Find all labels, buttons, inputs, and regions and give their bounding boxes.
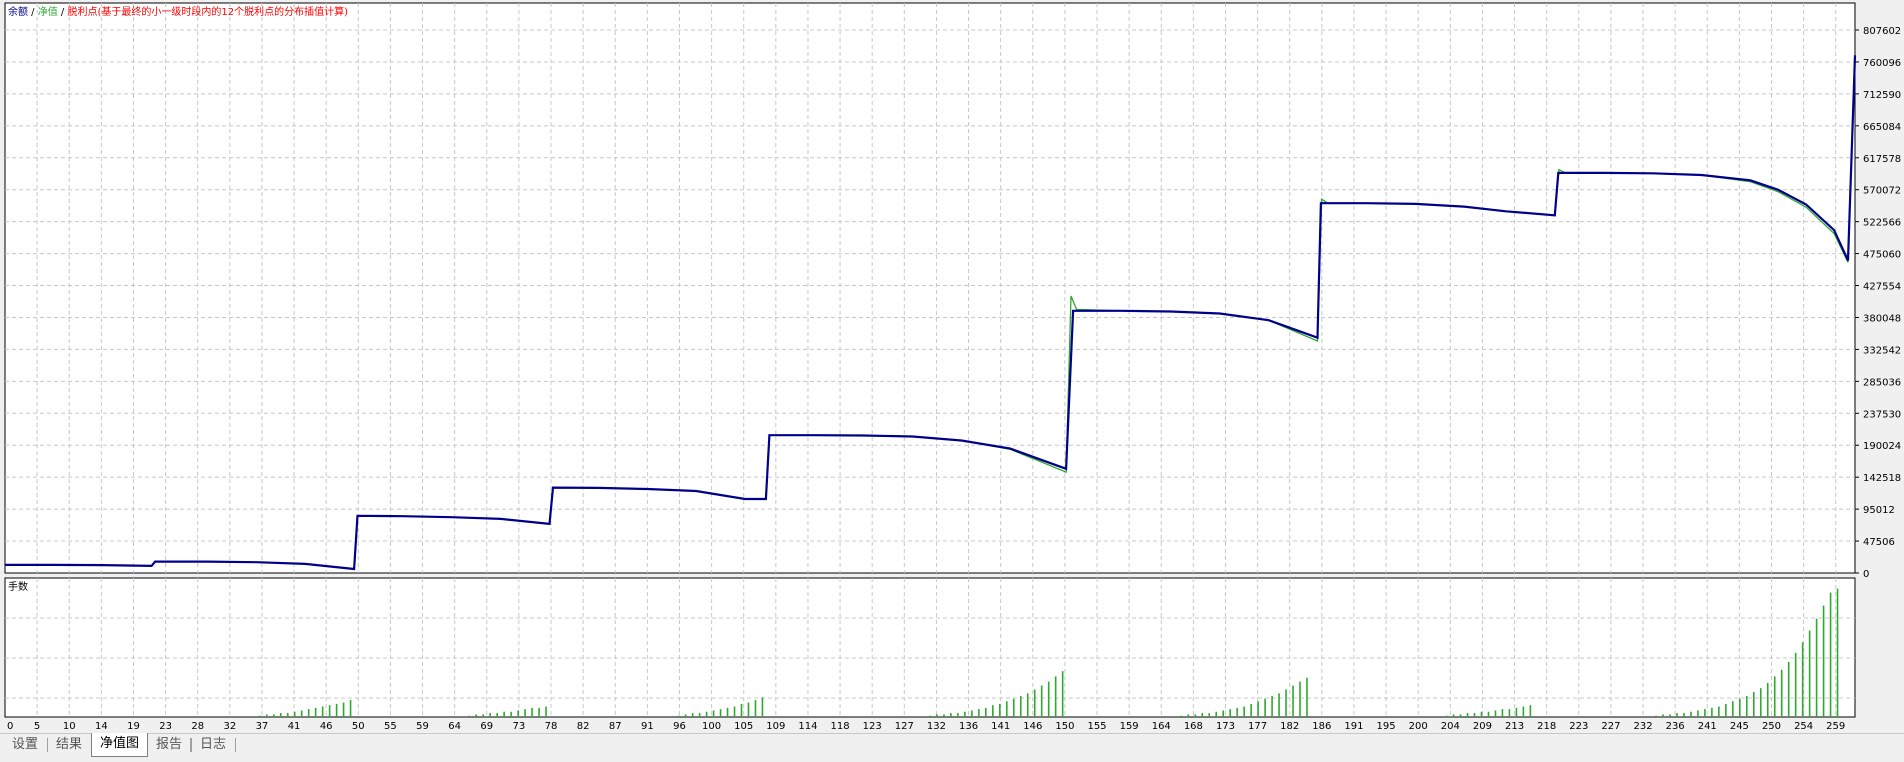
x-tick-label: 28 [191,721,204,732]
x-tick-label: 5 [34,721,40,732]
lots-plot-area [4,577,1856,718]
y-tick-label: 47506 [1863,537,1895,548]
y-tick-label: 475060 [1863,250,1901,261]
x-tick-label: 177 [1248,721,1267,732]
x-tick-label: 173 [1216,721,1235,732]
x-tick-label: 109 [766,721,785,732]
x-tick-label: 227 [1601,721,1620,732]
x-tick-label: 37 [256,721,269,732]
x-tick-label: 232 [1633,721,1652,732]
x-tick-label: 195 [1377,721,1396,732]
x-tick-label: 78 [545,721,558,732]
x-tick-label: 191 [1344,721,1363,732]
y-tick-label: 332542 [1863,345,1901,356]
tab-settings[interactable]: 设置 [4,734,46,756]
x-tick-label: 209 [1473,721,1492,732]
tab-equity-chart[interactable]: 净值图 [91,733,149,757]
x-tick-label: 10 [63,721,76,732]
y-tick-label: 522566 [1863,218,1901,229]
x-tick-label: 73 [513,721,526,732]
x-tick-label: 46 [320,721,333,732]
y-tick-label: 760096 [1863,58,1901,69]
y-tick-label: 665084 [1863,122,1901,133]
y-tick-label: 570072 [1863,186,1901,197]
x-tick-label: 59 [416,721,429,732]
x-tick-label: 55 [384,721,397,732]
tab-journal[interactable]: 日志 [192,734,234,756]
main-plot-area [4,2,1856,574]
y-tick-label: 190024 [1863,441,1901,452]
x-tick-label: 96 [673,721,686,732]
x-tick-label: 213 [1505,721,1524,732]
y-tick-label: 285036 [1863,377,1901,388]
y-tick-label: 142518 [1863,473,1901,484]
x-tick-label: 0 [7,721,13,732]
x-tick-label: 204 [1441,721,1460,732]
x-tick-label: 200 [1409,721,1428,732]
x-tick-label: 132 [927,721,946,732]
x-tick-label: 14 [95,721,108,732]
x-tick-label: 69 [480,721,493,732]
y-tick-label: 712590 [1863,90,1901,101]
equity-chart: 807602 760096 712590 665084 617578 570072 5225… [4,2,1901,732]
x-tick-label: 105 [734,721,753,732]
y-tick-label: 380048 [1863,313,1901,324]
x-tick-label: 218 [1537,721,1556,732]
x-tick-label: 123 [863,721,882,732]
x-tick-label: 155 [1087,721,1106,732]
x-tick-label: 186 [1312,721,1331,732]
lots-panel-label: 手数 [8,580,28,593]
x-tick-label: 91 [641,721,654,732]
x-tick-label: 164 [1152,721,1171,732]
x-tick-label: 141 [991,721,1010,732]
x-tick-label: 64 [448,721,461,732]
x-tick-label: 127 [895,721,914,732]
y-tick-label: 617578 [1863,154,1901,165]
chart-legend: 余额 / 净值 / 脱利点(基于最终的小一级时段内的12个脱利点的分布插值计算) [8,5,348,18]
x-tick-label: 259 [1826,721,1845,732]
y-tick-label: 427554 [1863,282,1901,293]
x-tick-label: 250 [1762,721,1781,732]
x-tick-label: 114 [798,721,817,732]
x-tick-label: 254 [1794,721,1813,732]
x-tick-label: 100 [702,721,721,732]
x-tick-label: 19 [127,721,140,732]
tab-separator [235,738,236,752]
x-tick-label: 223 [1569,721,1588,732]
x-tick-label: 236 [1666,721,1685,732]
x-tick-label: 146 [1023,721,1042,732]
x-tick-label: 41 [288,721,301,732]
x-tick-label: 23 [159,721,172,732]
x-tick-label: 136 [959,721,978,732]
x-tick-label: 241 [1698,721,1717,732]
x-tick-label: 245 [1730,721,1749,732]
tab-results[interactable]: 结果 [48,734,90,756]
x-tick-label: 82 [577,721,590,732]
x-tick-label: 159 [1120,721,1139,732]
x-tick-label: 168 [1184,721,1203,732]
x-tick-label: 50 [352,721,365,732]
bottom-tab-bar: 设置 结果 净值图 报告 日志 [0,733,1904,762]
y-tick-label: 807602 [1863,26,1901,37]
x-tick-label: 150 [1055,721,1074,732]
x-tick-label: 32 [223,721,236,732]
y-tick-label: 237530 [1863,409,1901,420]
x-tick-label: 118 [831,721,850,732]
tab-report[interactable]: 报告 [148,734,190,756]
x-tick-label: 182 [1280,721,1299,732]
y-tick-label: 95012 [1863,505,1895,516]
y-tick-label: 0 [1863,569,1869,580]
x-tick-label: 87 [609,721,622,732]
